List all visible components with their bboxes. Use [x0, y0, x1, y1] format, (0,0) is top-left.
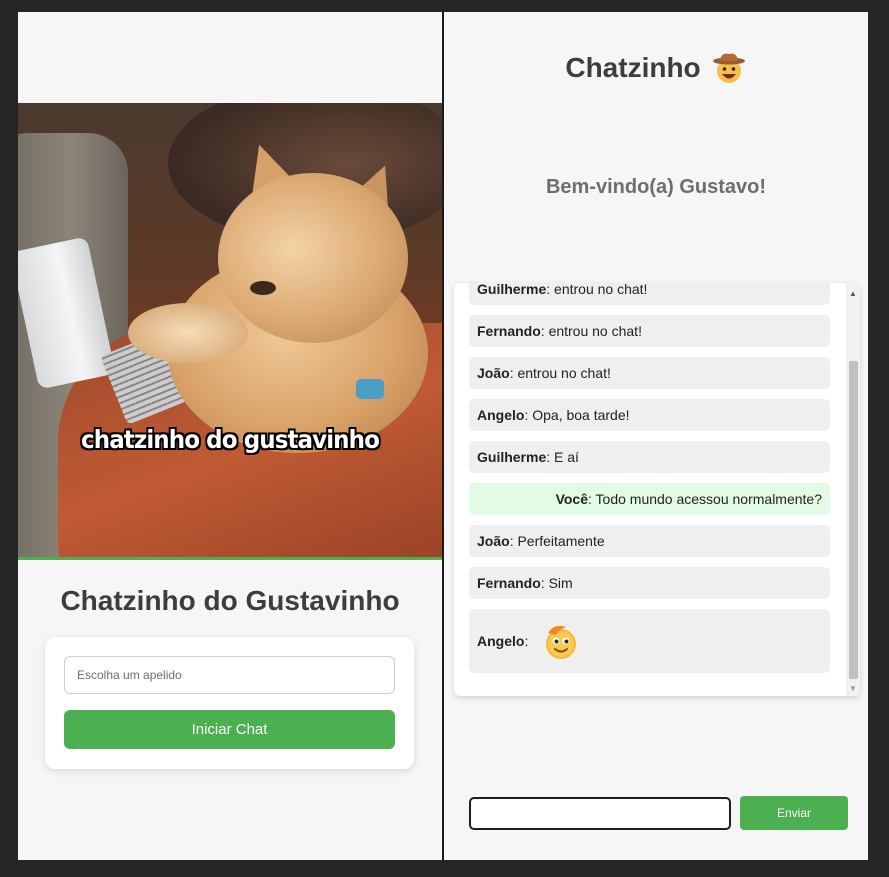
photo-cat-collar — [356, 379, 384, 399]
messages-list: Guilherme: entrou no chat! Fernando: ent… — [469, 283, 830, 683]
chat-message: Angelo: Opa, boa tarde! — [469, 399, 830, 431]
message-sender: Angelo — [477, 407, 525, 423]
scroll-down-arrow-icon[interactable]: ▼ — [849, 685, 857, 693]
message-sender: Guilherme — [477, 449, 547, 465]
cowboy-face-icon — [712, 53, 745, 83]
message-text: entrou no chat! — [517, 365, 611, 381]
chat-message: Guilherme: E aí — [469, 441, 830, 473]
smiling-emoji-sticker-icon — [546, 625, 577, 659]
chat-message: Guilherme: entrou no chat! — [469, 283, 830, 305]
messages-box[interactable]: Guilherme: entrou no chat! Fernando: ent… — [454, 283, 860, 696]
chat-message: Fernando: entrou no chat! — [469, 315, 830, 347]
nickname-input[interactable] — [64, 656, 395, 694]
start-chat-button[interactable]: Iniciar Chat — [64, 710, 395, 749]
photo-divider — [18, 557, 442, 560]
send-button[interactable]: Enviar — [740, 796, 848, 830]
message-sender: Angelo — [477, 633, 525, 649]
message-sender: João — [477, 365, 510, 381]
message-sender: Fernando — [477, 575, 541, 591]
photo-cat-head — [218, 173, 408, 343]
message-text: Perfeitamente — [517, 533, 605, 549]
chat-message-sticker: Angelo: — [469, 609, 830, 673]
login-card: Iniciar Chat — [45, 637, 414, 769]
login-title: Chatzinho do Gustavinho — [60, 585, 400, 616]
bottom-frame — [0, 860, 889, 877]
scrollbar-thumb[interactable] — [849, 361, 858, 679]
chat-message: Fernando: Sim — [469, 567, 830, 599]
message-text: entrou no chat! — [554, 283, 648, 297]
message-input[interactable] — [469, 797, 731, 830]
messages-scrollbar[interactable]: ▲ ▼ — [846, 283, 860, 696]
chat-message: João: entrou no chat! — [469, 357, 830, 389]
cat-laptop-photo: chatzinho do gustavinho — [18, 103, 442, 557]
message-sender: Guilherme — [477, 283, 547, 297]
login-panel: chatzinho do gustavinho Chatzinho do Gus… — [18, 12, 442, 860]
message-text: Opa, boa tarde! — [532, 407, 630, 423]
photo-cat-paw — [128, 303, 248, 363]
message-text: Todo mundo acessou normalmente? — [595, 491, 822, 507]
message-sender: João — [477, 533, 510, 549]
photo-cat-eye — [250, 281, 276, 295]
chat-title: Chatzinho — [565, 52, 701, 83]
message-text: entrou no chat! — [548, 323, 642, 339]
chat-panel: Chatzinho Bem-vindo(a) Gustavo! Guilherm… — [444, 12, 868, 860]
chat-header: Chatzinho — [444, 48, 868, 88]
message-text: E aí — [554, 449, 579, 465]
welcome-message: Bem-vindo(a) Gustavo! — [545, 176, 767, 198]
message-text: Sim — [548, 575, 573, 591]
message-sender: Fernando — [477, 323, 541, 339]
message-sender: Você — [555, 491, 588, 507]
photo-caption: chatzinho do gustavinho — [81, 425, 380, 454]
my-chat-message: Você: Todo mundo acessou normalmente? — [469, 483, 830, 515]
chat-message: João: Perfeitamente — [469, 525, 830, 557]
scroll-up-arrow-icon[interactable]: ▲ — [849, 290, 857, 298]
